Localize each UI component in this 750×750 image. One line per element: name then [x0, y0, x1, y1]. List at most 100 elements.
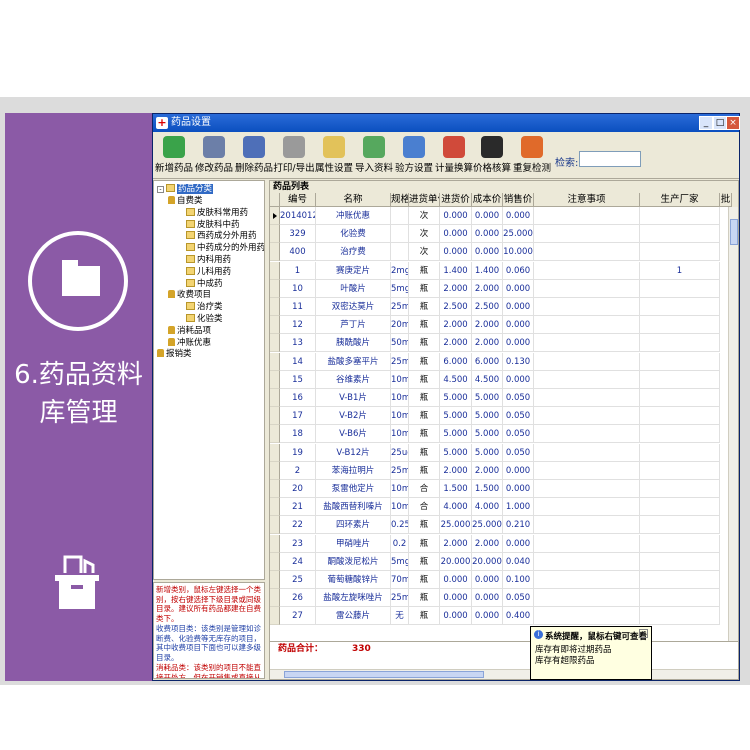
table-cell[interactable]: 叶酸片 — [316, 279, 391, 298]
table-row[interactable]: 2苯海拉明片25mg瓶2.0002.0000.000 — [270, 461, 730, 480]
table-row[interactable]: 21盐酸西替利嗪片10mg合4.0004.0001.000 — [270, 498, 730, 517]
table-cell[interactable]: 瓶 — [409, 261, 440, 280]
row-selector[interactable] — [270, 370, 280, 389]
table-row[interactable]: 25葡萄糖酸锌片70mg瓶0.0000.0000.100 — [270, 571, 730, 589]
table-cell[interactable]: 0.000 — [472, 243, 503, 262]
row-selector[interactable] — [270, 461, 280, 480]
row-selector[interactable] — [270, 498, 280, 517]
close-button[interactable]: × — [726, 116, 740, 130]
table-cell[interactable]: 1 — [640, 261, 720, 280]
toolbar-button-2[interactable]: 删除药品 — [233, 135, 275, 177]
table-cell[interactable]: V-B1片 — [316, 389, 391, 407]
table-cell[interactable]: 0.000 — [503, 480, 534, 498]
table-cell[interactable]: 2.000 — [472, 461, 503, 480]
table-cell[interactable] — [534, 534, 640, 553]
table-cell[interactable]: 盐酸多塞平片 — [316, 352, 391, 371]
table-cell[interactable] — [640, 534, 720, 553]
table-cell[interactable]: 0.000 — [440, 589, 472, 608]
row-selector[interactable] — [270, 516, 280, 535]
table-cell[interactable]: 22 — [280, 516, 316, 535]
table-cell[interactable]: 瓶 — [409, 316, 440, 335]
toolbar-button-7[interactable]: 计量换算 — [433, 135, 475, 177]
table-row[interactable]: 18V-B6片10mg瓶5.0005.0000.050 — [270, 425, 730, 444]
table-cell[interactable]: 5mg — [391, 279, 409, 298]
table-cell[interactable]: 冲账优惠 — [316, 207, 391, 225]
table-cell[interactable]: 400 — [280, 243, 316, 262]
table-cell[interactable]: 6.000 — [472, 352, 503, 371]
table-cell[interactable]: 5.000 — [472, 443, 503, 462]
table-cell[interactable]: 瓶 — [409, 607, 440, 626]
table-row[interactable]: 16V-B1片10mg瓶5.0005.0000.050 — [270, 389, 730, 407]
table-cell[interactable]: 19 — [280, 443, 316, 462]
table-cell[interactable]: 0.000 — [503, 279, 534, 298]
table-cell[interactable]: 瓶 — [409, 279, 440, 298]
table-cell[interactable] — [640, 425, 720, 444]
table-cell[interactable]: 25mg — [391, 352, 409, 371]
table-cell[interactable]: 双密达莫片 — [316, 298, 391, 316]
table-cell[interactable] — [534, 516, 640, 535]
table-cell[interactable]: 2.000 — [440, 534, 472, 553]
table-cell[interactable]: V-B6片 — [316, 425, 391, 444]
table-cell[interactable] — [534, 370, 640, 389]
toolbar-button-1[interactable]: 修改药品 — [193, 135, 235, 177]
tree-node[interactable]: 皮肤科常用药 — [186, 207, 248, 219]
table-cell[interactable]: 瓶 — [409, 352, 440, 371]
table-cell[interactable]: 25mg — [391, 589, 409, 608]
table-cell[interactable]: 甲硝唑片 — [316, 534, 391, 553]
table-row[interactable]: 20140121冲账优惠次0.0000.0000.000 — [270, 207, 730, 225]
table-cell[interactable]: 0.210 — [503, 516, 534, 535]
table-cell[interactable]: 2 — [280, 461, 316, 480]
table-cell[interactable]: 25 — [280, 571, 316, 589]
table-cell[interactable] — [534, 461, 640, 480]
table-cell[interactable] — [640, 334, 720, 353]
table-cell[interactable]: 瓶 — [409, 389, 440, 407]
table-cell[interactable] — [640, 552, 720, 571]
table-cell[interactable] — [534, 352, 640, 371]
table-cell[interactable]: 26 — [280, 589, 316, 608]
table-cell[interactable]: 0.000 — [472, 571, 503, 589]
table-cell[interactable] — [640, 516, 720, 535]
toolbar-button-4[interactable]: 属性设置 — [313, 135, 355, 177]
table-cell[interactable]: 329 — [280, 225, 316, 244]
tree-node[interactable]: 收费项目 — [168, 289, 211, 301]
table-cell[interactable]: 合 — [409, 480, 440, 498]
table-row[interactable]: 26盐酸左旋咪唑片25mg瓶0.0000.0000.050 — [270, 589, 730, 608]
table-cell[interactable]: 13 — [280, 334, 316, 353]
column-header[interactable]: 进货价 — [440, 193, 472, 207]
system-reminder-popup[interactable]: i x 系统提醒，鼠标右键可查看 库存有即将过期药品 库存有超限药品 — [530, 626, 652, 680]
table-cell[interactable]: 次 — [409, 243, 440, 262]
table-cell[interactable]: 0.000 — [472, 207, 503, 225]
table-cell[interactable] — [640, 370, 720, 389]
table-cell[interactable]: 0.000 — [472, 607, 503, 626]
table-cell[interactable]: 0.000 — [503, 316, 534, 335]
table-cell[interactable]: 无 — [391, 607, 409, 626]
row-selector[interactable] — [270, 425, 280, 444]
restore-button[interactable]: □ — [713, 116, 727, 130]
table-cell[interactable]: 10mg — [391, 370, 409, 389]
table-cell[interactable]: 4.500 — [472, 370, 503, 389]
table-cell[interactable]: 4.000 — [472, 498, 503, 517]
table-cell[interactable]: 瓶 — [409, 334, 440, 353]
column-header[interactable]: 成本价 — [472, 193, 503, 207]
table-cell[interactable]: 胰酰酸片 — [316, 334, 391, 353]
table-cell[interactable]: 次 — [409, 207, 440, 225]
tree-node[interactable]: 自费类 — [168, 195, 203, 207]
table-cell[interactable]: 5mg — [391, 552, 409, 571]
table-cell[interactable]: 0.000 — [440, 571, 472, 589]
table-cell[interactable] — [534, 207, 640, 225]
tree-node[interactable]: 报销类 — [157, 348, 192, 360]
row-selector[interactable] — [270, 243, 280, 262]
tree-node[interactable]: 中药成分的外用药 — [186, 242, 264, 254]
row-selector[interactable] — [270, 571, 280, 589]
table-cell[interactable]: 1 — [280, 261, 316, 280]
table-cell[interactable]: 1.000 — [503, 498, 534, 517]
table-cell[interactable]: 2.000 — [472, 334, 503, 353]
table-cell[interactable]: 20.000 — [440, 552, 472, 571]
table-row[interactable]: 329 化验费次 0.000 0.000 25.000 — [270, 225, 730, 244]
table-cell[interactable]: 0.000 — [440, 207, 472, 225]
collapse-icon[interactable]: - — [157, 186, 164, 193]
column-header[interactable]: 编号 — [280, 193, 316, 207]
toolbar-button-6[interactable]: 验方设置 — [393, 135, 435, 177]
table-cell[interactable]: 5.000 — [472, 389, 503, 407]
table-row[interactable]: 24 酮酸泼尼松片 5mg 瓶 20.000 20.000 0.040 — [270, 552, 730, 571]
